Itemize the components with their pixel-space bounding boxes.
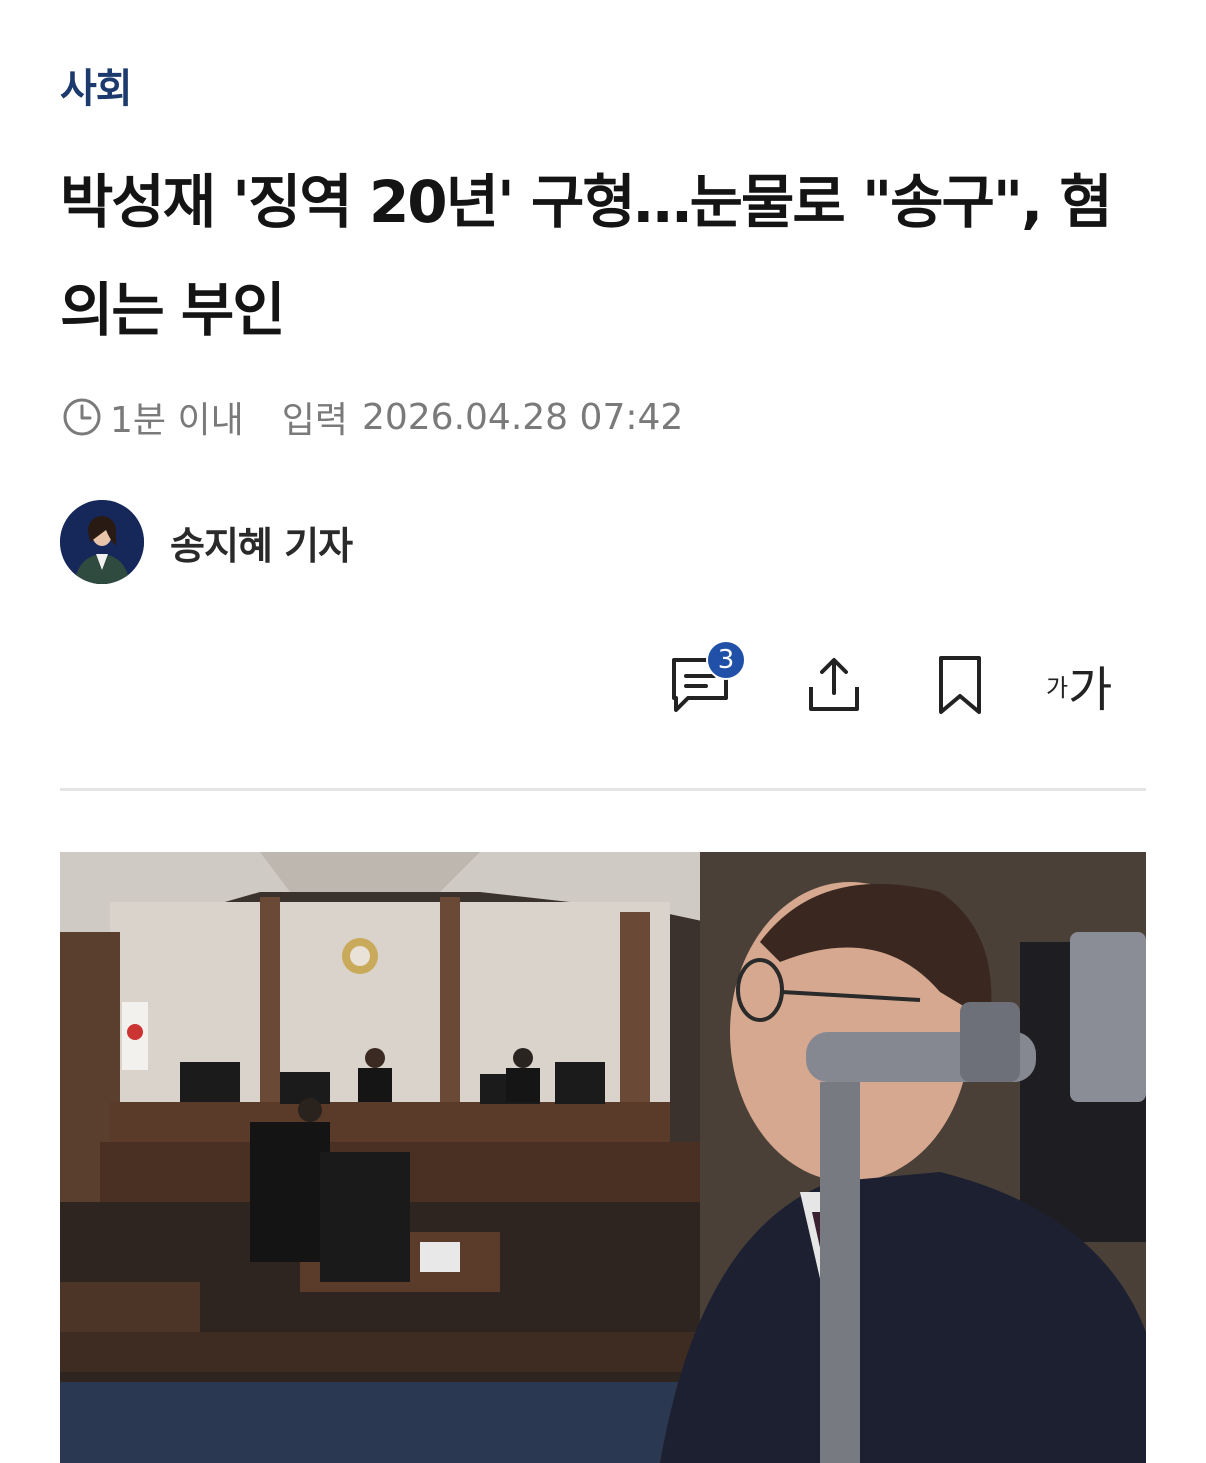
- published-date: 2026.04.28 07:42: [361, 396, 684, 438]
- article-toolbar: 3 가 가: [660, 640, 1146, 730]
- share-button[interactable]: [794, 640, 874, 730]
- comment-count-badge: 3: [706, 640, 746, 680]
- clock-icon: [63, 398, 101, 436]
- bookmark-icon: [939, 656, 981, 714]
- comment-button[interactable]: 3: [660, 640, 746, 730]
- avatar[interactable]: [60, 500, 144, 584]
- font-size-large-label: 가: [1068, 662, 1113, 718]
- font-size-small-label: 가: [1046, 673, 1069, 702]
- author-name[interactable]: 송지혜 기자: [170, 515, 353, 570]
- read-time: 1분 이내: [110, 400, 244, 441]
- article-photo[interactable]: [60, 852, 1146, 1463]
- published-label: 입력: [281, 400, 348, 441]
- divider: [60, 788, 1146, 791]
- article-headline: 박성재 '징역 20년' 구형…눈물로 "송구", 혐의는 부인: [60, 168, 1113, 344]
- author-byline[interactable]: 송지혜 기자: [60, 500, 353, 584]
- font-size-button[interactable]: 가 가: [1046, 640, 1146, 730]
- share-icon: [809, 658, 859, 711]
- article-meta: 1분 이내 입력 2026.04.28 07:42: [62, 393, 683, 441]
- section-category[interactable]: 사회: [60, 56, 133, 114]
- bookmark-button[interactable]: [920, 640, 1000, 730]
